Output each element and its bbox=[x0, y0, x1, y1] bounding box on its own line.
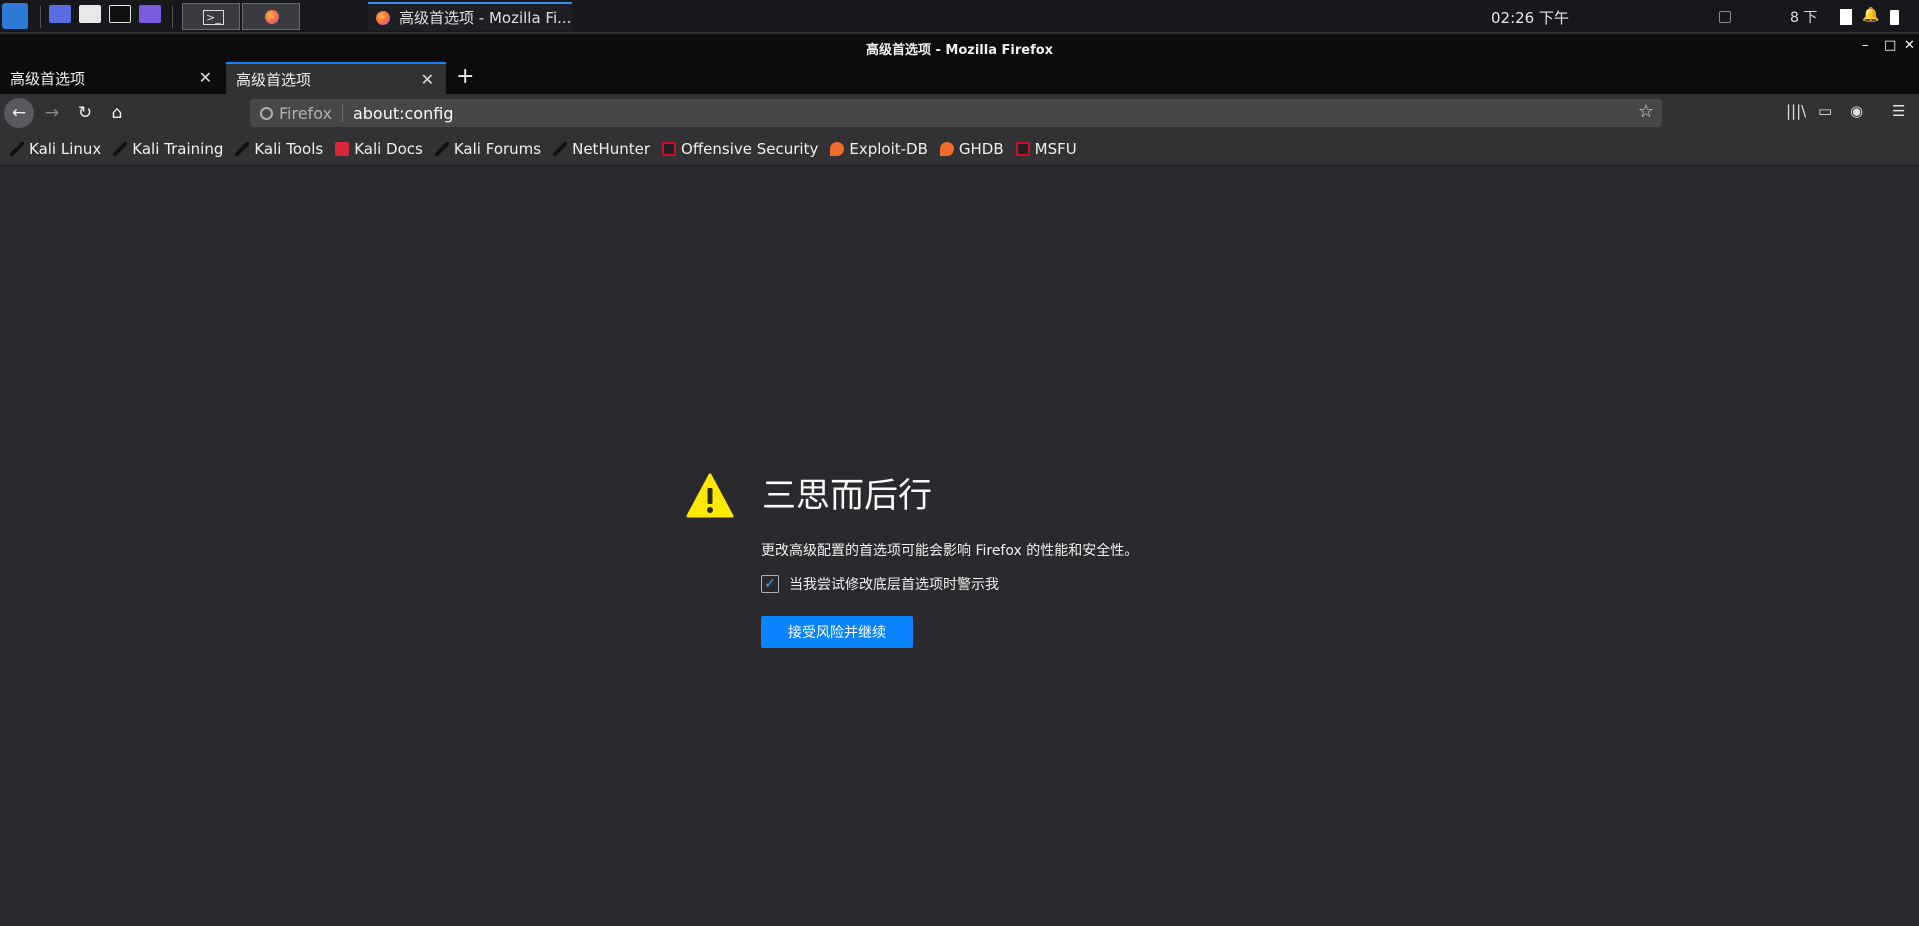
tab-advanced-prefs-2[interactable]: 高级首选项 ✕ bbox=[226, 62, 446, 94]
battery-icon[interactable] bbox=[1890, 10, 1899, 25]
terminal-icon[interactable] bbox=[109, 5, 131, 23]
back-button[interactable]: ← bbox=[4, 98, 34, 128]
offsec-icon bbox=[662, 141, 677, 156]
accept-risk-button[interactable]: 接受风险并继续 bbox=[761, 616, 913, 648]
bookmark-exploit-db[interactable]: Exploit-DB bbox=[830, 140, 928, 158]
home-button[interactable]: ⌂ bbox=[102, 98, 132, 128]
tab-advanced-prefs-1[interactable]: 高级首选项 ✕ bbox=[0, 62, 224, 94]
exploit-db-icon bbox=[939, 141, 954, 156]
firefox-window-button[interactable] bbox=[242, 3, 300, 30]
display-icon[interactable] bbox=[1719, 11, 1731, 23]
maximize-button[interactable]: □ bbox=[1884, 38, 1896, 53]
bookmark-kali-docs[interactable]: Kali Docs bbox=[335, 140, 423, 158]
identity-box[interactable]: Firefox bbox=[250, 104, 332, 123]
bookmark-label: Kali Training bbox=[132, 139, 224, 158]
docs-icon bbox=[335, 141, 350, 156]
minimize-button[interactable]: – bbox=[1862, 38, 1869, 53]
warn-checkbox-row[interactable]: ✓ 当我尝试修改底层首选项时警示我 bbox=[761, 574, 999, 594]
tab-label: 高级首选项 bbox=[236, 70, 312, 89]
identity-label: Firefox bbox=[279, 103, 332, 123]
task-title: 高级首选项 - Mozilla Fi... bbox=[399, 9, 572, 27]
window-titlebar: 高级首选项 - Mozilla Firefox – □ ✕ bbox=[0, 34, 1919, 62]
firefox-icon bbox=[376, 10, 390, 25]
close-window-button[interactable]: ✕ bbox=[1904, 38, 1915, 53]
warning-description: 更改高级配置的首选项可能会影响 Firefox 的性能和安全性。 bbox=[761, 543, 1139, 559]
bookmark-offensive-security[interactable]: Offensive Security bbox=[662, 140, 818, 158]
tray-text: 8 下 bbox=[1790, 10, 1818, 26]
offsec-icon bbox=[1015, 141, 1030, 156]
notification-bell-icon[interactable]: 🔔 bbox=[1862, 7, 1879, 23]
url-bar[interactable]: Firefox ☆ bbox=[250, 99, 1662, 127]
warning-title: 三思而后行 bbox=[762, 476, 932, 516]
tab-bar: 高级首选项 ✕ 高级首选项 ✕ + bbox=[0, 62, 1919, 94]
warning-icon bbox=[686, 473, 734, 518]
firefox-identity-icon bbox=[260, 106, 273, 120]
bookmark-label: NetHunter bbox=[572, 139, 651, 158]
account-icon[interactable]: ◉ bbox=[1850, 102, 1863, 120]
warn-checkbox-label: 当我尝试修改底层首选项时警示我 bbox=[789, 577, 999, 593]
bookmarks-toolbar: Kali Linux Kali Training Kali Tools Kali… bbox=[0, 132, 1919, 166]
forward-button[interactable]: → bbox=[37, 98, 67, 128]
terminal-window-button[interactable]: >_ bbox=[182, 3, 240, 30]
reload-button[interactable]: ↻ bbox=[70, 98, 100, 128]
bookmark-nethunter[interactable]: NetHunter bbox=[553, 140, 650, 158]
menu-icon[interactable]: ☰ bbox=[1892, 102, 1905, 120]
window-title: 高级首选项 - Mozilla Firefox bbox=[865, 43, 1054, 58]
firefox-icon bbox=[265, 10, 279, 24]
kali-dragon-icon bbox=[113, 141, 128, 156]
navigation-toolbar: ← → ↻ ⌂ Firefox ☆ |||\ ▭ ◉ ☰ bbox=[0, 94, 1919, 132]
screen-record-icon[interactable] bbox=[139, 5, 161, 23]
bookmark-label: Offensive Security bbox=[681, 139, 819, 158]
bookmark-label: Kali Linux bbox=[29, 139, 102, 158]
kali-dragon-icon bbox=[235, 141, 250, 156]
workspace-icon[interactable] bbox=[49, 5, 71, 23]
taskbar-separator bbox=[40, 6, 41, 28]
bookmark-label: GHDB bbox=[958, 139, 1004, 158]
kali-menu-icon[interactable] bbox=[2, 3, 28, 29]
bookmark-msfu[interactable]: MSFU bbox=[1015, 139, 1077, 158]
bookmark-label: Kali Tools bbox=[254, 139, 324, 158]
kali-dragon-icon bbox=[553, 141, 568, 156]
warn-checkbox[interactable]: ✓ bbox=[761, 575, 779, 593]
desktop-taskbar: >_ 高级首选项 - Mozilla Fi... 02:26 下午 8 下 🔔 bbox=[0, 0, 1919, 33]
url-separator bbox=[341, 104, 343, 122]
tab-close-icon[interactable]: ✕ bbox=[199, 68, 212, 87]
clipboard-icon[interactable] bbox=[1840, 9, 1852, 25]
kali-dragon-icon bbox=[10, 141, 24, 156]
bookmark-kali-training[interactable]: Kali Training bbox=[113, 140, 223, 158]
bookmark-label: Exploit-DB bbox=[849, 139, 928, 158]
files-icon[interactable] bbox=[79, 5, 101, 23]
tab-label: 高级首选项 bbox=[10, 69, 86, 88]
bookmark-star-icon[interactable]: ☆ bbox=[1638, 101, 1654, 122]
sidebar-icon[interactable]: ▭ bbox=[1818, 102, 1832, 120]
clock[interactable]: 02:26 下午 bbox=[1491, 7, 1569, 28]
url-input[interactable] bbox=[352, 103, 1662, 123]
taskbar-separator bbox=[172, 6, 173, 28]
bookmark-kali-tools[interactable]: Kali Tools bbox=[235, 140, 323, 158]
active-task-button[interactable]: 高级首选项 - Mozilla Fi... bbox=[368, 2, 572, 31]
exploit-db-icon bbox=[830, 141, 845, 156]
bookmark-label: Kali Forums bbox=[453, 139, 542, 158]
bookmark-label: MSFU bbox=[1034, 139, 1077, 158]
bookmark-ghdb[interactable]: GHDB bbox=[939, 139, 1004, 158]
library-icon[interactable]: |||\ bbox=[1786, 102, 1806, 120]
bookmark-kali-linux[interactable]: Kali Linux bbox=[10, 140, 101, 158]
bookmark-label: Kali Docs bbox=[354, 139, 423, 158]
tab-close-icon[interactable]: ✕ bbox=[421, 70, 434, 89]
new-tab-button[interactable]: + bbox=[456, 64, 474, 89]
kali-dragon-icon bbox=[434, 141, 449, 156]
terminal-icon: >_ bbox=[203, 10, 224, 25]
bookmark-kali-forums[interactable]: Kali Forums bbox=[434, 139, 542, 158]
